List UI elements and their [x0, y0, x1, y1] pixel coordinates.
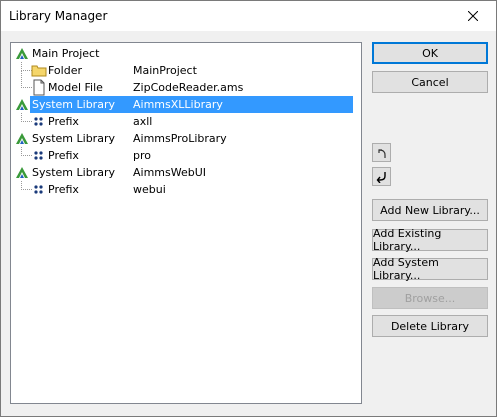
tree-row-folder[interactable]: Folder MainProject — [11, 62, 361, 79]
add-existing-library-button[interactable]: Add Existing Library... — [372, 227, 488, 253]
tree-row-value: AimmsXLLibrary — [131, 96, 353, 113]
tree-row-value: axll — [133, 115, 153, 128]
tree-row-value: MainProject — [133, 64, 197, 77]
tree-row-label: System Library — [30, 96, 131, 113]
tree-row-label: Prefix — [48, 183, 79, 196]
prefix-dots-icon — [34, 151, 43, 160]
tree-row-system-library-pro[interactable]: System Library AimmsProLibrary — [11, 130, 361, 147]
tree-row-label: Main Project — [32, 47, 100, 60]
library-manager-dialog: Library Manager Main Project Folder Main… — [0, 0, 497, 417]
tree-row-label: Model File — [48, 81, 103, 94]
title-bar: Library Manager — [1, 1, 496, 31]
prefix-dots-icon — [34, 185, 43, 194]
aimms-logo-icon — [16, 167, 28, 178]
aimms-logo-icon — [16, 133, 28, 144]
tree-row-prefix-axll[interactable]: Prefix axll — [11, 113, 361, 130]
aimms-logo-icon — [16, 48, 28, 59]
tree-row-prefix-webui[interactable]: Prefix webui — [11, 181, 361, 198]
library-tree[interactable]: Main Project Folder MainProject Model Fi… — [10, 42, 362, 404]
tree-row-label: System Library — [32, 132, 115, 145]
move-up-icon — [377, 148, 386, 158]
tree-row-value: ZipCodeReader.ams — [133, 81, 244, 94]
tree-row-value: pro — [133, 149, 151, 162]
tree-row-label: System Library — [32, 166, 115, 179]
add-new-library-button[interactable]: Add New Library... — [372, 199, 488, 221]
tree-row-main-project[interactable]: Main Project — [11, 45, 361, 62]
tree-row-system-library-webui[interactable]: System Library AimmsWebUI — [11, 164, 361, 181]
move-up-button[interactable] — [372, 143, 391, 162]
close-button[interactable] — [450, 1, 496, 31]
window-title: Library Manager — [9, 9, 108, 23]
delete-library-button[interactable]: Delete Library — [372, 315, 488, 337]
move-down-icon — [376, 171, 386, 183]
prefix-dots-icon — [34, 117, 43, 126]
tree-row-value: AimmsProLibrary — [133, 132, 227, 145]
tree-row-label: Folder — [48, 64, 82, 77]
move-down-button[interactable] — [372, 167, 391, 186]
tree-row-value: webui — [133, 183, 166, 196]
file-icon — [33, 79, 45, 96]
aimms-logo-icon — [16, 99, 28, 110]
add-system-library-button[interactable]: Add System Library... — [372, 256, 488, 282]
close-icon — [468, 11, 478, 21]
folder-icon — [31, 65, 47, 77]
browse-button[interactable]: Browse... — [372, 287, 488, 309]
tree-row-system-library-xl[interactable]: System Library AimmsXLLibrary — [11, 96, 361, 113]
cancel-button[interactable]: Cancel — [372, 71, 488, 93]
tree-row-label: Prefix — [48, 115, 79, 128]
tree-row-prefix-pro[interactable]: Prefix pro — [11, 147, 361, 164]
tree-row-model-file[interactable]: Model File ZipCodeReader.ams — [11, 79, 361, 96]
tree-row-label: Prefix — [48, 149, 79, 162]
tree-row-value: AimmsWebUI — [133, 166, 207, 179]
ok-button[interactable]: OK — [372, 42, 488, 64]
